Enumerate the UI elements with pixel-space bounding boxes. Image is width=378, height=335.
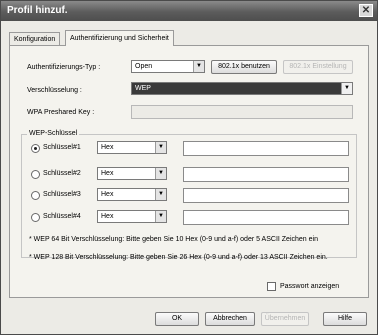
key4-label: Schlüssel#4 [43, 213, 81, 220]
key1-input[interactable] [183, 141, 349, 156]
key3-input[interactable] [183, 188, 349, 203]
key3-radio[interactable] [31, 191, 40, 200]
tab-authentication-security[interactable]: Authentifizierung und Sicherheit [65, 30, 174, 46]
wpa-key-input[interactable] [131, 105, 353, 119]
key3-format-select[interactable]: Hex ▼ [97, 188, 167, 201]
key4-format-value: Hex [101, 213, 114, 220]
key2-format-value: Hex [101, 170, 114, 177]
chevron-down-icon: ▼ [193, 61, 204, 72]
ok-button[interactable]: OK [155, 312, 199, 326]
auth-type-select[interactable]: Open ▼ [131, 60, 205, 73]
profile-dialog: Profil hinzuf. ✕ Konfiguration Authentif… [0, 0, 378, 335]
key2-radio[interactable] [31, 170, 40, 179]
cancel-button[interactable]: Abbrechen [205, 312, 255, 326]
key2-label: Schlüssel#2 [43, 170, 81, 177]
chevron-down-icon: ▼ [155, 211, 166, 222]
key4-input[interactable] [183, 210, 349, 225]
wep128-note: * WEP 128 Bit Verschlüsselung: Bitte geb… [29, 254, 328, 261]
key3-format-value: Hex [101, 191, 114, 198]
encryption-value: WEP [135, 85, 151, 92]
key1-radio[interactable] [31, 144, 40, 153]
auth-type-value: Open [135, 63, 153, 70]
close-button[interactable]: ✕ [359, 4, 373, 17]
wep64-note: * WEP 64 Bit Verschlüsselung: Bitte gebe… [29, 236, 318, 243]
window-title: Profil hinzuf. [7, 5, 68, 16]
chevron-down-icon: ▼ [155, 168, 166, 179]
title-bar[interactable]: Profil hinzuf. ✕ [1, 1, 377, 21]
wep-group-label: WEP-Schlüssel [27, 130, 80, 137]
show-password-label: Passwort anzeigen [280, 283, 340, 290]
key1-label: Schlüssel#1 [43, 144, 81, 151]
help-button[interactable]: Hilfe [323, 312, 367, 326]
key2-input[interactable] [183, 167, 349, 182]
chevron-down-icon: ▼ [341, 83, 352, 94]
tab-configuration[interactable]: Konfiguration [9, 32, 61, 46]
key4-radio[interactable] [31, 213, 40, 222]
key1-format-select[interactable]: Hex ▼ [97, 141, 167, 154]
use-8021x-button[interactable]: 802.1x benutzen [211, 60, 277, 74]
apply-button[interactable]: Übernehmen [261, 312, 309, 326]
key3-label: Schlüssel#3 [43, 191, 81, 198]
key1-format-value: Hex [101, 144, 114, 151]
auth-type-label: Authentifizierungs-Typ : [27, 64, 101, 71]
chevron-down-icon: ▼ [155, 142, 166, 153]
encryption-select[interactable]: WEP ▼ [131, 82, 353, 95]
key2-format-select[interactable]: Hex ▼ [97, 167, 167, 180]
8021x-settings-button[interactable]: 802.1x Einstellung [283, 60, 353, 74]
key4-format-select[interactable]: Hex ▼ [97, 210, 167, 223]
wpa-key-label: WPA Preshared Key : [27, 109, 95, 116]
encryption-label: Verschlüsselung : [27, 87, 82, 94]
close-icon: ✕ [361, 5, 371, 16]
show-password-checkbox[interactable] [267, 282, 276, 291]
chevron-down-icon: ▼ [155, 189, 166, 200]
